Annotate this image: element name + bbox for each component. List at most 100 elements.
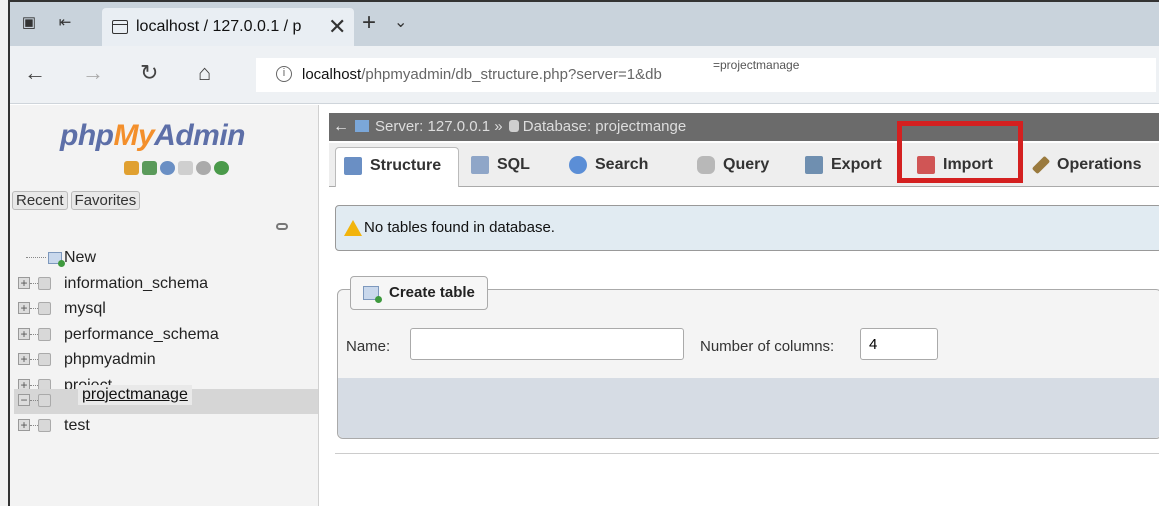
search-icon (569, 156, 587, 174)
tab-query[interactable]: Query (689, 147, 793, 187)
query-icon (697, 156, 715, 174)
tab-menu-icon[interactable]: ⌄ (394, 12, 407, 32)
tree-item-label: performance_schema (64, 325, 219, 343)
tab-back-icon[interactable]: ⇤ (56, 15, 74, 31)
collapse-nav-icon[interactable]: ← (333, 113, 349, 141)
expand-icon[interactable]: + (18, 378, 30, 389)
forward-icon[interactable]: → (82, 60, 104, 86)
divider (335, 453, 1159, 454)
tree-item-label: test (64, 417, 90, 434)
tree-item-performance-schema[interactable]: + performance_schema (14, 323, 318, 349)
refresh-icon[interactable]: ↻ (140, 60, 158, 86)
create-table-fieldset: Create table Name: Number of columns: (337, 276, 1159, 439)
server-icon (355, 120, 369, 132)
tree-item-new[interactable]: New (14, 246, 318, 272)
back-icon[interactable]: ← (24, 60, 46, 86)
import-highlight-box (897, 121, 1023, 183)
help-icon[interactable] (160, 161, 175, 175)
tree-connector (30, 384, 38, 386)
name-label: Name: (346, 338, 391, 355)
address-bar[interactable]: i localhost/phpmyadmin/db_structure.php?… (256, 58, 1156, 92)
main-tabs: Structure SQL Search Query Export Import (329, 121, 1159, 187)
tab-export[interactable]: Export (797, 147, 901, 187)
address-path: /phpmyadmin/db_structure.php?server=1&db (361, 66, 662, 83)
tab-operations[interactable]: Operations (1023, 147, 1159, 187)
columns-label: Number of columns: (700, 338, 835, 355)
tree-item-information-schema[interactable]: + information_schema (14, 272, 318, 298)
pma-navigation-panel: phpMyAdmin Recent Favorites New + informa… (10, 105, 318, 506)
link-with-main-icon[interactable] (276, 223, 288, 230)
browser-nav-bar: ← → ↻ ⌂ i localhost/phpmyadmin/db_struct… (10, 46, 1159, 104)
recent-favorites: Recent Favorites (12, 191, 143, 210)
breadcrumb-server[interactable]: Server: 127.0.0.1 (375, 118, 490, 135)
screen-frame: ▣ ⇤ localhost / 127.0.0.1 / p ✕ + ⌄ ← → … (8, 0, 1159, 506)
database-icon (38, 302, 51, 315)
tree-connector (30, 333, 38, 335)
favorites-button[interactable]: Favorites (70, 191, 141, 210)
tab-label: Search (595, 156, 649, 173)
address-overlay-text: =projectmanage (713, 58, 800, 72)
tree-item-phpmyadmin[interactable]: + phpmyadmin (14, 348, 318, 374)
num-columns-input[interactable] (860, 328, 938, 360)
pma-main-panel: ← Server: 127.0.0.1 » Database: projectm… (318, 105, 1159, 506)
docs-icon[interactable] (178, 161, 193, 175)
settings-icon[interactable] (196, 161, 211, 175)
tab-structure[interactable]: Structure (335, 147, 459, 187)
tree-connector (30, 359, 38, 360)
breadcrumb: ← Server: 127.0.0.1 » Database: projectm… (329, 113, 1159, 141)
tree-item-label: mysql (64, 300, 106, 317)
tree-item-label: New (64, 249, 97, 266)
database-icon (508, 120, 519, 132)
address-host: localhost (302, 66, 362, 83)
database-icon (38, 419, 51, 432)
recent-button[interactable]: Recent (12, 191, 68, 210)
new-database-icon (48, 252, 65, 267)
database-icon (38, 353, 51, 366)
tree-item-label: phpmyadmin (64, 351, 156, 368)
create-table-label: Create table (389, 284, 475, 301)
create-table-legend: Create table (350, 276, 488, 310)
expand-icon[interactable]: + (18, 276, 30, 289)
tree-item-label: information_schema (64, 274, 209, 292)
logo-my: My (113, 119, 155, 152)
export-icon (805, 156, 823, 174)
notice-box: No tables found in database. (335, 205, 1159, 251)
breadcrumb-separator: » (490, 118, 507, 135)
logo-admin: Admin (154, 119, 245, 152)
tab-set-aside-icon[interactable]: ▣ (20, 15, 38, 31)
tab-close-icon[interactable]: ✕ (328, 14, 346, 40)
tree-item-projectmanage[interactable]: − projectmanage (14, 384, 318, 414)
warning-icon (344, 220, 362, 236)
breadcrumb-database[interactable]: Database: projectmange (523, 118, 686, 135)
reload-icon[interactable] (214, 161, 229, 175)
structure-icon (344, 157, 362, 175)
expand-icon[interactable]: + (18, 419, 30, 431)
sql-icon (471, 156, 489, 174)
table-name-input[interactable] (410, 328, 684, 360)
tab-label: Structure (370, 157, 442, 174)
new-tab-icon[interactable]: + (362, 11, 376, 35)
create-table-icon (363, 286, 382, 303)
tree-item-test[interactable]: + test (14, 414, 318, 440)
home-icon[interactable] (124, 161, 139, 175)
browser-tab[interactable]: localhost / 127.0.0.1 / p ✕ (102, 8, 354, 46)
tab-sql[interactable]: SQL (463, 147, 553, 187)
tree-connector (30, 425, 38, 426)
logout-icon[interactable] (142, 161, 157, 175)
expand-icon[interactable]: + (18, 302, 30, 314)
database-icon (38, 393, 51, 407)
expand-icon[interactable]: + (18, 327, 30, 340)
database-icon (38, 276, 51, 290)
info-icon[interactable]: i (276, 66, 292, 82)
address-url: localhost/phpmyadmin/db_structure.php?se… (302, 66, 662, 83)
tab-search[interactable]: Search (561, 147, 675, 187)
phpmyadmin-logo[interactable]: phpMyAdmin (60, 119, 245, 153)
expand-icon[interactable]: + (18, 353, 30, 365)
home-icon[interactable]: ⌂ (198, 60, 211, 86)
tab-label: SQL (497, 156, 530, 173)
database-tree: New + information_schema + mysql + perfo… (14, 246, 318, 440)
tree-item-mysql[interactable]: + mysql (14, 297, 318, 323)
collapse-icon[interactable]: − (18, 393, 30, 406)
nav-icon-row (124, 161, 232, 179)
notice-text: No tables found in database. (364, 219, 555, 236)
